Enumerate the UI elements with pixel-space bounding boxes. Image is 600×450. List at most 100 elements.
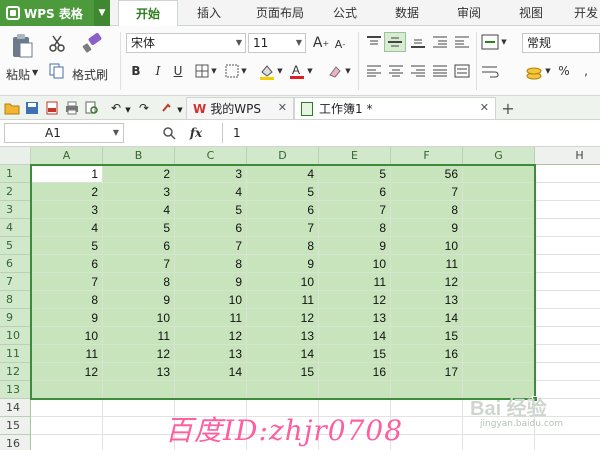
- cell-f16[interactable]: [391, 435, 463, 450]
- cell-g8[interactable]: [463, 291, 535, 309]
- row-header-15[interactable]: 15: [0, 417, 31, 435]
- cell-e10[interactable]: 14: [319, 327, 391, 345]
- cell-c9[interactable]: 11: [175, 309, 247, 327]
- cell-a2[interactable]: 2: [31, 183, 103, 201]
- column-header-h[interactable]: H: [535, 147, 600, 165]
- indent-decrease-icon[interactable]: [430, 33, 450, 51]
- cell-d16[interactable]: [247, 435, 319, 450]
- row-header-6[interactable]: 6: [0, 255, 31, 273]
- cell-d6[interactable]: 9: [247, 255, 319, 273]
- cell-f2[interactable]: 7: [391, 183, 463, 201]
- cell-b10[interactable]: 11: [103, 327, 175, 345]
- tab-view[interactable]: 视图: [508, 0, 554, 26]
- cell-h9[interactable]: [535, 309, 600, 327]
- row-header-16[interactable]: 16: [0, 435, 31, 450]
- cell-e13[interactable]: [319, 381, 391, 399]
- row-header-9[interactable]: 9: [0, 309, 31, 327]
- chevron-down-icon[interactable]: ▼: [544, 64, 552, 78]
- cell-a10[interactable]: 10: [31, 327, 103, 345]
- merge-center-icon[interactable]: [480, 32, 500, 52]
- insert-function-button[interactable]: fx: [186, 123, 206, 143]
- tab-page-layout[interactable]: 页面布局: [244, 0, 316, 26]
- cell-b8[interactable]: 9: [103, 291, 175, 309]
- cell-e6[interactable]: 10: [319, 255, 391, 273]
- cell-g16[interactable]: [463, 435, 535, 450]
- cell-g1[interactable]: [463, 165, 535, 183]
- align-bottom-icon[interactable]: [408, 33, 428, 51]
- clear-format-icon[interactable]: [326, 62, 344, 80]
- cell-h12[interactable]: [535, 363, 600, 381]
- column-header-e[interactable]: E: [319, 147, 391, 165]
- cell-a3[interactable]: 3: [31, 201, 103, 219]
- column-header-a[interactable]: A: [31, 147, 103, 165]
- cell-e9[interactable]: 13: [319, 309, 391, 327]
- paste-dropdown-icon[interactable]: ▼: [32, 68, 38, 77]
- cell-h6[interactable]: [535, 255, 600, 273]
- cell-d4[interactable]: 7: [247, 219, 319, 237]
- chevron-down-icon[interactable]: ▼: [176, 102, 184, 118]
- row-header-4[interactable]: 4: [0, 219, 31, 237]
- cell-f15[interactable]: [391, 417, 463, 435]
- new-tab-icon[interactable]: +: [500, 99, 516, 118]
- cell-b2[interactable]: 3: [103, 183, 175, 201]
- align-top-icon[interactable]: [364, 33, 384, 51]
- row-header-8[interactable]: 8: [0, 291, 31, 309]
- row-header-1[interactable]: 1: [0, 165, 31, 183]
- column-header-f[interactable]: F: [391, 147, 463, 165]
- bold-button[interactable]: B: [128, 62, 144, 80]
- align-right-icon[interactable]: [408, 62, 428, 80]
- row-header-10[interactable]: 10: [0, 327, 31, 345]
- cell-e11[interactable]: 15: [319, 345, 391, 363]
- cell-h1[interactable]: [535, 165, 600, 183]
- underline-button[interactable]: U: [170, 62, 186, 80]
- cell-b4[interactable]: 5: [103, 219, 175, 237]
- cell-b16[interactable]: [103, 435, 175, 450]
- cell-g9[interactable]: [463, 309, 535, 327]
- select-all-corner[interactable]: [0, 147, 31, 165]
- align-center-icon[interactable]: [386, 62, 406, 80]
- chevron-down-icon[interactable]: ▼: [306, 64, 314, 78]
- cell-a7[interactable]: 7: [31, 273, 103, 291]
- cell-b9[interactable]: 10: [103, 309, 175, 327]
- cell-c11[interactable]: 13: [175, 345, 247, 363]
- cell-d15[interactable]: [247, 417, 319, 435]
- cell-e15[interactable]: [319, 417, 391, 435]
- cell-f11[interactable]: 16: [391, 345, 463, 363]
- cell-d7[interactable]: 10: [247, 273, 319, 291]
- print-icon[interactable]: [64, 100, 80, 116]
- cell-d3[interactable]: 6: [247, 201, 319, 219]
- borders-icon[interactable]: [194, 62, 210, 80]
- formula-input[interactable]: 1: [222, 123, 600, 143]
- cell-d13[interactable]: [247, 381, 319, 399]
- cell-g3[interactable]: [463, 201, 535, 219]
- cell-g7[interactable]: [463, 273, 535, 291]
- cell-d12[interactable]: 15: [247, 363, 319, 381]
- cell-f1[interactable]: 56: [391, 165, 463, 183]
- cell-d1[interactable]: 4: [247, 165, 319, 183]
- chevron-down-icon[interactable]: ▼: [94, 0, 110, 26]
- chevron-down-icon[interactable]: ▼: [210, 64, 218, 78]
- spreadsheet-grid[interactable]: ABCDEFGH 1 2 3 4 5 6 7 8 9 10 11 12 13 14 15 16 1 2 3 4 5 56…: [0, 147, 600, 450]
- fill-handle[interactable]: [532, 396, 538, 402]
- cell-h11[interactable]: [535, 345, 600, 363]
- number-format-select[interactable]: 常规: [522, 33, 600, 53]
- name-box[interactable]: A1 ▼: [4, 123, 124, 143]
- column-header-g[interactable]: G: [463, 147, 535, 165]
- decrease-font-icon[interactable]: A-: [332, 35, 348, 53]
- cell-h3[interactable]: [535, 201, 600, 219]
- cell-f7[interactable]: 12: [391, 273, 463, 291]
- cell-c3[interactable]: 5: [175, 201, 247, 219]
- cell-e2[interactable]: 6: [319, 183, 391, 201]
- chevron-down-icon[interactable]: ▼: [276, 64, 284, 78]
- align-left-icon[interactable]: [364, 62, 384, 80]
- justify-icon[interactable]: [430, 62, 450, 80]
- cell-e14[interactable]: [319, 399, 391, 417]
- cell-e16[interactable]: [319, 435, 391, 450]
- cell-c15[interactable]: [175, 417, 247, 435]
- cell-b6[interactable]: 7: [103, 255, 175, 273]
- cell-b12[interactable]: 13: [103, 363, 175, 381]
- tab-review[interactable]: 审阅: [446, 0, 492, 26]
- save-icon[interactable]: [24, 100, 40, 116]
- format-painter-icon[interactable]: [80, 32, 104, 56]
- paste-label[interactable]: 粘贴: [6, 66, 30, 83]
